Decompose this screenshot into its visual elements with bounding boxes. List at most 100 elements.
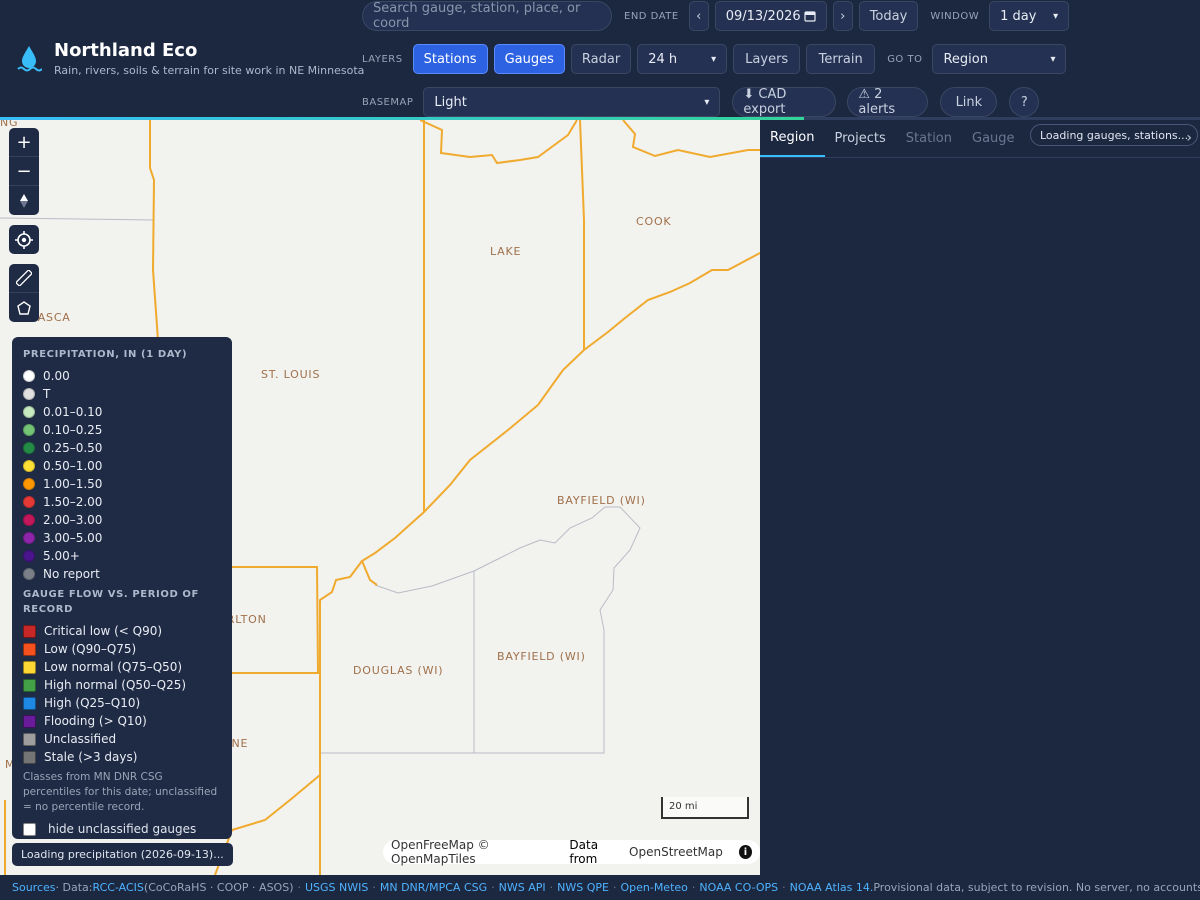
compass-button[interactable] xyxy=(9,186,39,215)
attribution-osm[interactable]: OpenStreetMap xyxy=(629,845,723,859)
precip-swatch xyxy=(23,460,35,472)
goto-select-value: Region xyxy=(943,51,988,67)
map-legend: PRECIPITATION, IN (1 DAY) 0.00 T 0.01–0.10… xyxy=(12,337,232,839)
panel-loading-status: Loading gauges, stations... xyxy=(1030,124,1199,146)
scale-bar: 20 mi xyxy=(661,797,749,819)
precip-legend-label: 2.00–3.00 xyxy=(43,513,103,527)
hide-unclassified-toggle[interactable]: hide unclassified gauges xyxy=(23,822,221,836)
goto-label: GO TO xyxy=(887,53,923,65)
measure-button[interactable] xyxy=(9,264,39,293)
flow-legend-item: High normal (Q50–Q25) xyxy=(23,676,221,694)
precip-legend-item: 1.50–2.00 xyxy=(23,493,221,511)
crosshair-icon xyxy=(15,230,33,249)
rcc-note: (CoCoRaHS · COOP · ASOS) xyxy=(143,881,294,894)
draw-polygon-button[interactable] xyxy=(9,293,39,322)
polygon-icon xyxy=(17,300,31,315)
flow-swatch xyxy=(23,750,36,764)
footer-source-link[interactable]: NOAA Atlas 14. xyxy=(790,881,874,894)
help-button[interactable]: ? xyxy=(1009,87,1040,117)
side-panel: Region Projects Station Gauge Loading ga… xyxy=(760,120,1200,875)
chevron-down-icon: ▾ xyxy=(1053,10,1059,22)
flow-legend-label: Low (Q90–Q75) xyxy=(44,642,137,656)
hide-unclassified-label: hide unclassified gauges xyxy=(48,822,197,836)
precip-legend-label: 0.10–0.25 xyxy=(43,423,103,437)
chevron-down-icon: ▾ xyxy=(1050,53,1056,65)
flow-swatch xyxy=(23,714,36,728)
flow-swatch xyxy=(23,696,36,710)
alerts-button[interactable]: ⚠ 2 alerts xyxy=(847,87,929,117)
basemap-select[interactable]: Light ▾ xyxy=(423,87,721,117)
goto-select[interactable]: Region ▾ xyxy=(932,44,1067,74)
footer-links: · USGS NWIS · MN DNR/MPCA CSG · NWS API · NWS Q… xyxy=(293,881,873,894)
footer-source-link[interactable]: MN DNR/MPCA CSG xyxy=(380,881,487,894)
sources-link[interactable]: Sources xyxy=(12,881,56,894)
footer: Sources · Data: RCC-ACIS (CoCoRaHS · COO… xyxy=(0,875,1200,900)
rcc-acis-link[interactable]: RCC-ACIS xyxy=(92,881,143,894)
basemap-label: BASEMAP xyxy=(362,96,414,108)
layers-button[interactable]: Layers xyxy=(733,44,801,74)
footer-source-link[interactable]: NOAA CO-OPS xyxy=(699,881,778,894)
header-row-layers: LAYERS Stations Gauges Radar 24 h ▾ Laye… xyxy=(362,44,1067,74)
footer-disclaimer: Provisional data, subject to revision. N… xyxy=(873,881,1200,894)
map-canvas[interactable]: COOK LAKE ST. LOUIS ITASCA BAYFIELD (WI)… xyxy=(0,120,760,875)
radar-range-select[interactable]: 24 h ▾ xyxy=(637,44,728,74)
precip-legend-item: 5.00+ xyxy=(23,547,221,565)
attribution-openfreemap[interactable]: OpenFreeMap © OpenMapTiles xyxy=(391,838,566,866)
footer-separator: · xyxy=(549,881,554,894)
footer-source-link[interactable]: NWS QPE xyxy=(557,881,609,894)
map-attribution: OpenFreeMap © OpenMapTiles Data from Ope… xyxy=(383,838,760,866)
county-label-bayfield: BAYFIELD (WI) xyxy=(497,650,586,663)
footer-separator: · xyxy=(691,881,696,894)
flow-swatch xyxy=(23,642,36,656)
stations-toggle[interactable]: Stations xyxy=(412,44,488,74)
basemap-select-value: Light xyxy=(434,94,467,110)
precip-legend-item: 1.00–1.50 xyxy=(23,475,221,493)
precip-legend-item: 0.25–0.50 xyxy=(23,439,221,457)
calendar-icon[interactable] xyxy=(804,10,816,22)
radar-toggle[interactable]: Radar xyxy=(570,44,632,74)
tab-region[interactable]: Region xyxy=(760,120,825,157)
end-date-label: END DATE xyxy=(624,10,679,22)
prev-date-button[interactable]: ‹ xyxy=(688,1,709,31)
flow-legend-label: High normal (Q50–Q25) xyxy=(44,678,187,692)
ruler-icon xyxy=(16,270,32,286)
info-icon[interactable]: i xyxy=(738,845,752,859)
precip-legend-label: 1.00–1.50 xyxy=(43,477,103,491)
terrain-button[interactable]: Terrain xyxy=(806,44,876,74)
water-drop-icon xyxy=(17,45,42,71)
link-button[interactable]: Link xyxy=(940,87,998,117)
cad-export-button[interactable]: ⬇ CAD export xyxy=(732,87,837,117)
window-select[interactable]: 1 day ▾ xyxy=(989,1,1070,31)
next-date-button[interactable]: › xyxy=(832,1,853,31)
minus-icon: − xyxy=(16,160,32,182)
flow-legend-label: Stale (>3 days) xyxy=(44,750,138,764)
gauges-toggle[interactable]: Gauges xyxy=(493,44,565,74)
precip-legend-list: 0.00 T 0.01–0.10 0.10–0.25 0.25–0.50 0.50–1.0… xyxy=(23,367,221,583)
search-input[interactable]: Search gauge, station, place, or coord xyxy=(362,1,612,31)
flow-legend-item: Flooding (> Q10) xyxy=(23,712,221,730)
zoom-in-button[interactable]: + xyxy=(9,128,39,157)
zoom-out-button[interactable]: − xyxy=(9,157,39,186)
footer-source-link[interactable]: USGS NWIS xyxy=(305,881,368,894)
end-date-input[interactable]: 09/13/2026 xyxy=(714,1,827,31)
tab-gauge[interactable]: Gauge xyxy=(962,120,1025,157)
precip-swatch xyxy=(23,514,35,526)
app-title: Northland Eco xyxy=(54,40,198,61)
locate-button[interactable] xyxy=(9,225,39,254)
chevron-right-icon[interactable]: › xyxy=(1186,130,1192,146)
locate-control xyxy=(9,225,39,254)
county-label-cook: COOK xyxy=(636,215,672,228)
tab-station[interactable]: Station xyxy=(896,120,962,157)
today-button[interactable]: Today xyxy=(858,1,919,31)
hide-unclassified-checkbox[interactable] xyxy=(23,822,36,836)
flow-legend-item: Low normal (Q75–Q50) xyxy=(23,658,221,676)
flow-legend-item: Critical low (< Q90) xyxy=(23,622,221,640)
precip-legend-label: T xyxy=(43,387,51,401)
footer-separator: · xyxy=(612,881,617,894)
flow-legend-label: Critical low (< Q90) xyxy=(44,624,163,638)
precip-legend-label: No report xyxy=(43,567,100,581)
tab-projects[interactable]: Projects xyxy=(825,120,896,157)
flow-swatch xyxy=(23,660,36,674)
footer-source-link[interactable]: NWS API xyxy=(499,881,546,894)
footer-source-link[interactable]: Open-Meteo xyxy=(620,881,687,894)
